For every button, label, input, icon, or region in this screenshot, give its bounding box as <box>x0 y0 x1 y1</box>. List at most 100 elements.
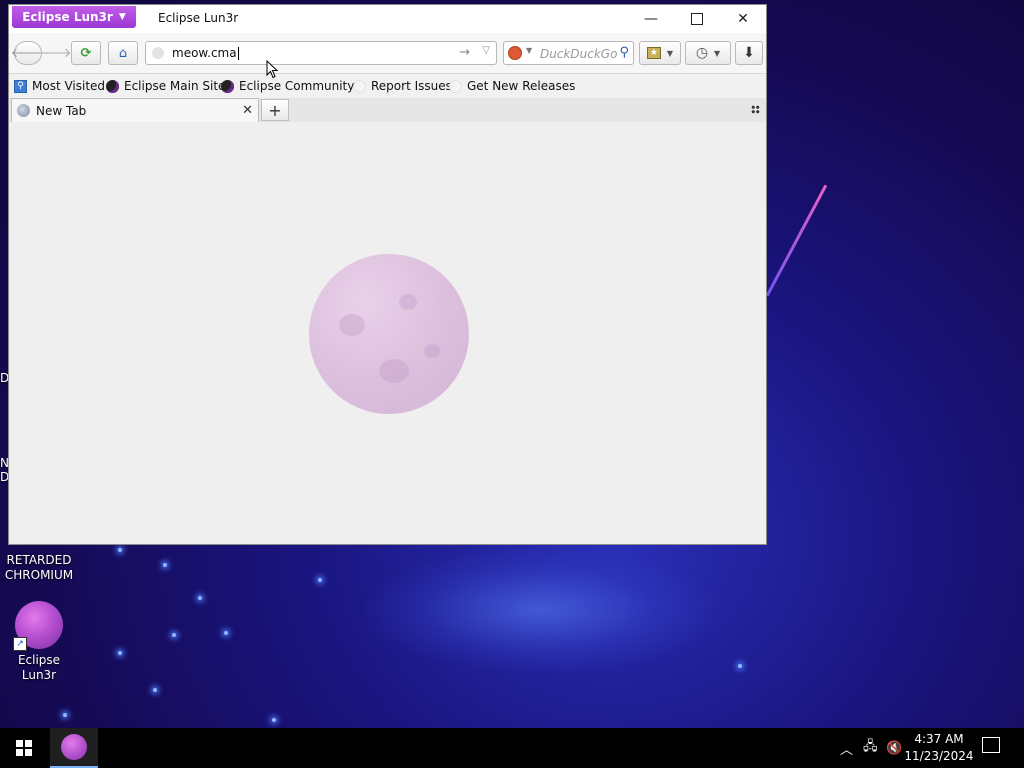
clock-time: 4:37 AM <box>914 732 964 746</box>
wallpaper-star <box>318 578 322 582</box>
wallpaper-star <box>224 631 228 635</box>
window-title: Eclipse Lun3r <box>158 11 239 25</box>
bookmark-label: Report Issues <box>371 79 452 93</box>
history-dropdown-icon[interactable]: ▽ <box>482 45 490 56</box>
wallpaper-glow <box>360 545 720 675</box>
bookmark-label: Eclipse Community <box>239 79 355 93</box>
new-tab-button[interactable]: + <box>261 99 289 121</box>
download-arrow-icon: ⬇ <box>743 45 755 61</box>
notification-center-icon[interactable] <box>982 737 1000 753</box>
title-bar[interactable]: Eclipse Lun3r ▼ Eclipse Lun3r — ✕ <box>9 5 766 33</box>
tab-strip: New Tab ✕ + <box>9 98 766 123</box>
desktop-icon-chromium[interactable]: RETARDED CHROMIUM <box>1 553 77 583</box>
reload-icon: ⟳ <box>80 45 92 61</box>
desktop-icon-label: RETARDED CHROMIUM <box>4 553 74 582</box>
wallpaper-star <box>118 651 122 655</box>
show-hidden-icons-button[interactable]: ︿ <box>840 728 853 768</box>
moon-icon <box>61 734 87 760</box>
page-icon <box>449 79 462 93</box>
minimize-icon: — <box>644 11 658 27</box>
moon-crater <box>399 294 417 310</box>
arrow-right-icon: 🡒 <box>36 46 72 61</box>
wallpaper-star <box>172 633 176 637</box>
plus-icon: + <box>268 100 282 120</box>
url-bar[interactable]: meow.cma → ▽ <box>145 41 497 65</box>
start-button[interactable] <box>0 728 48 768</box>
search-icon[interactable]: ⚲ <box>619 45 629 60</box>
browser-window: Eclipse Lun3r ▼ Eclipse Lun3r — ✕ 🡐 🡒 ⟳ … <box>8 4 767 545</box>
bookmarks-toolbar: ⚲ Most Visited Eclipse Main Site Eclipse… <box>9 74 766 98</box>
wallpaper-star <box>118 548 122 552</box>
taskbar-app-eclipse[interactable] <box>50 728 98 768</box>
desktop-icon-eclipse[interactable]: ↗ Eclipse Lun3r <box>1 601 77 683</box>
bookmarks-button[interactable]: ★ ▼ <box>639 41 681 65</box>
duckduckgo-icon[interactable] <box>508 46 522 60</box>
volume-button[interactable]: 🔇 <box>886 728 902 768</box>
close-tab-icon[interactable]: ✕ <box>242 103 253 118</box>
chevron-up-icon: ︿ <box>840 742 854 758</box>
moon-crater <box>379 359 409 383</box>
chevron-down-icon: ▼ <box>666 48 674 58</box>
clock-date: 11/23/2024 <box>904 749 974 763</box>
maximize-button[interactable] <box>674 5 720 33</box>
mouse-cursor-icon <box>266 60 278 79</box>
windows-logo-icon <box>16 740 32 756</box>
taskbar-clock[interactable]: 4:37 AM 11/23/2024 <box>904 731 974 765</box>
downloads-button[interactable]: ⬇ <box>735 41 763 65</box>
maximize-icon <box>691 13 703 25</box>
url-input[interactable]: meow.cma <box>172 46 239 60</box>
wallpaper-star <box>738 664 742 668</box>
shortcut-arrow-icon: ↗ <box>13 637 27 651</box>
volume-muted-icon: 🔇 <box>886 740 903 756</box>
eclipse-icon <box>221 79 234 93</box>
globe-icon <box>152 47 164 59</box>
reload-button[interactable]: ⟳ <box>71 41 101 65</box>
bookmark-label: Get New Releases <box>467 79 576 93</box>
text-cursor <box>237 47 239 60</box>
moon-crater <box>424 344 440 358</box>
moon-logo <box>309 254 469 414</box>
bookmark-star-icon: ★ <box>646 47 661 59</box>
bookmark-label: Eclipse Main Site <box>124 79 226 93</box>
close-icon: ✕ <box>737 11 749 27</box>
url-value: meow.cma <box>172 46 237 60</box>
taskbar: ︿ 🖧 🔇 4:37 AM 11/23/2024 <box>0 728 1024 768</box>
home-icon: ⌂ <box>118 45 128 61</box>
wallpaper-star <box>63 713 67 717</box>
app-menu-button[interactable]: Eclipse Lun3r ▼ <box>12 6 136 28</box>
network-status-button[interactable]: 🖧 <box>863 728 878 768</box>
network-icon: 🖧 <box>863 739 878 754</box>
chevron-down-icon[interactable]: ▼ <box>526 46 532 55</box>
app-menu-label: Eclipse Lun3r <box>22 10 113 24</box>
wallpaper-star <box>272 718 276 722</box>
bookmark-eclipse-community[interactable]: Eclipse Community <box>221 79 354 93</box>
page-icon <box>353 79 366 93</box>
forward-button[interactable]: 🡒 <box>37 41 72 65</box>
search-bar[interactable]: ▼ DuckDuckGo ⚲ <box>503 41 634 65</box>
moon-icon: ↗ <box>13 601 63 651</box>
tab-grid-icon[interactable] <box>751 105 760 114</box>
chevron-down-icon: ▼ <box>714 48 721 58</box>
bookmark-label: Most Visited <box>32 79 106 93</box>
most-visited-icon: ⚲ <box>14 79 27 93</box>
bookmark-eclipse-main-site[interactable]: Eclipse Main Site <box>106 79 225 93</box>
wallpaper-star <box>163 563 167 567</box>
navigation-toolbar: 🡐 🡒 ⟳ ⌂ meow.cma → ▽ ▼ DuckDuckGo ⚲ ★ ▼ … <box>9 33 766 74</box>
home-button[interactable]: ⌂ <box>108 41 138 65</box>
page-content <box>9 122 766 544</box>
search-input[interactable]: DuckDuckGo <box>540 47 617 61</box>
history-button[interactable]: ◷ ▼ <box>685 41 731 65</box>
bookmark-most-visited[interactable]: ⚲ Most Visited <box>14 79 105 93</box>
close-button[interactable]: ✕ <box>720 5 766 33</box>
bookmark-report-issues[interactable]: Report Issues <box>353 79 452 93</box>
tab-label: New Tab <box>36 103 87 118</box>
minimize-button[interactable]: — <box>628 5 674 33</box>
tab-new-tab[interactable]: New Tab ✕ <box>11 98 259 122</box>
globe-icon <box>17 104 30 117</box>
clock-icon: ◷ <box>695 45 709 61</box>
go-arrow-icon[interactable]: → <box>459 45 470 60</box>
moon-crater <box>339 314 365 336</box>
bookmark-get-new-releases[interactable]: Get New Releases <box>449 79 575 93</box>
eclipse-icon <box>106 79 119 93</box>
desktop-icon-label: Eclipse Lun3r <box>17 653 61 682</box>
